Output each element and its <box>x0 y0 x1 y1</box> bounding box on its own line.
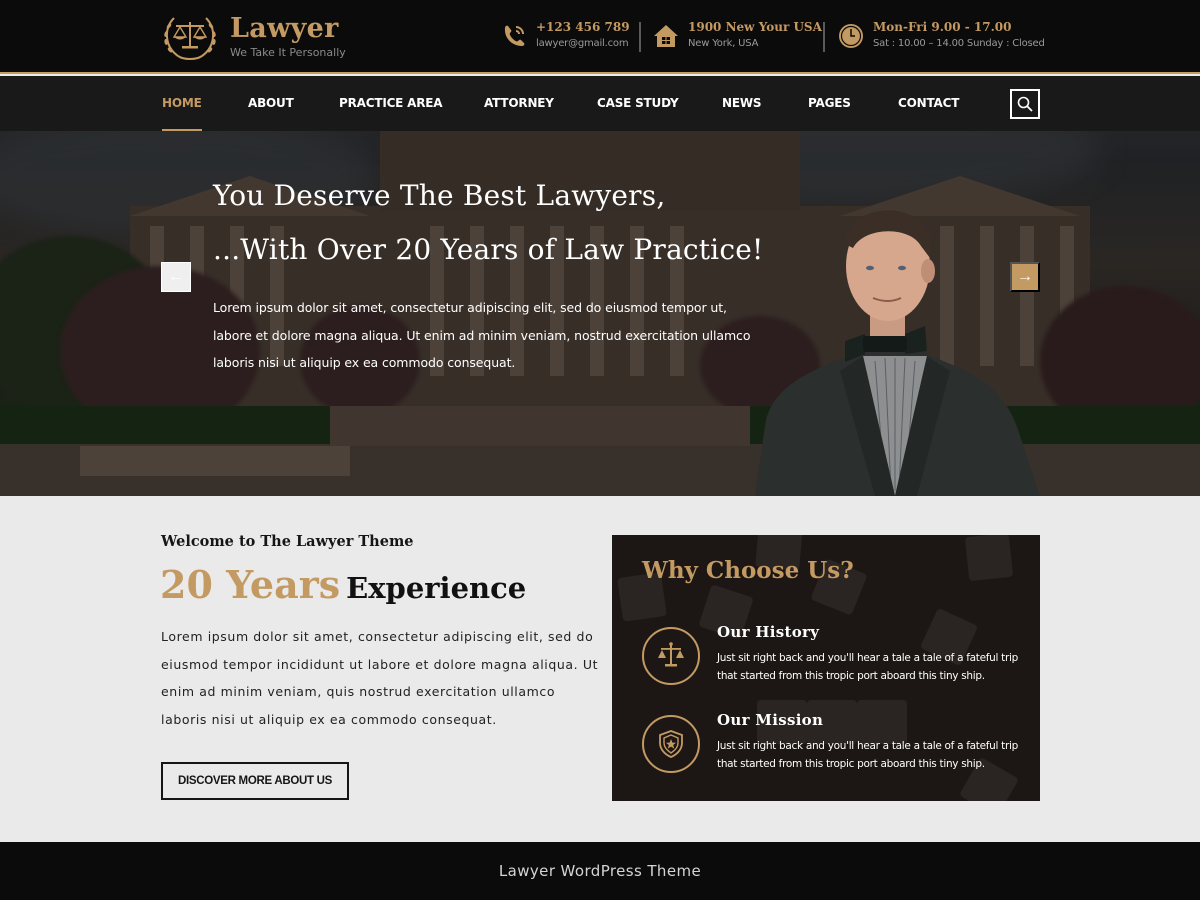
experience-word: Experience <box>346 571 527 605</box>
search-icon <box>1017 96 1033 112</box>
phone-number: +123 456 789 <box>536 20 630 34</box>
scales-laurel-icon <box>164 17 216 60</box>
phone-icon <box>504 25 525 46</box>
shield-icon-badge <box>642 715 700 773</box>
nav-item-about[interactable]: ABOUT <box>248 76 294 131</box>
hero-title-line-2: ...With Over 20 Years of Law Practice! <box>213 233 764 266</box>
header-divider <box>639 22 641 52</box>
search-button[interactable] <box>1010 89 1040 119</box>
scales-icon <box>658 642 684 667</box>
why-choose-us-title: Why Choose Us? <box>642 557 854 584</box>
weekend-hours: Sat : 10.00 – 14.00 Sunday : Closed <box>873 38 1045 49</box>
nav-item-pages[interactable]: PAGES <box>808 76 851 131</box>
nav-item-news[interactable]: NEWS <box>722 76 762 131</box>
nav-item-practice-area[interactable]: PRACTICE AREA <box>339 76 443 131</box>
top-header: Lawyer We Take It Personally +123 456 78… <box>0 0 1200 74</box>
discover-more-button[interactable]: DISCOVER MORE ABOUT US <box>161 762 349 800</box>
arrow-right-icon: → <box>1017 268 1033 285</box>
nav-item-attorney[interactable]: ATTORNEY <box>484 76 554 131</box>
hero-title-line-1: You Deserve The Best Lawyers, <box>213 179 666 212</box>
site-tagline: We Take It Personally <box>230 46 346 59</box>
email-address: lawyer@gmail.com <box>536 38 629 49</box>
address-city: New York, USA <box>688 38 759 49</box>
why-item-text: Just sit right back and you'll hear a ta… <box>717 740 1019 770</box>
slider-prev-button[interactable]: ← <box>161 262 191 292</box>
site-name: Lawyer <box>230 13 339 44</box>
home-icon <box>654 24 678 47</box>
nav-item-case-study[interactable]: CASE STUDY <box>597 76 679 131</box>
contact-hours: Mon-Fri 9.00 - 17.00 Sat : 10.00 – 14.00… <box>837 20 1045 51</box>
experience-heading: 20 Years Experience <box>160 562 526 607</box>
footer-credit: Lawyer WordPress Theme <box>498 862 702 880</box>
clock-icon <box>839 23 863 48</box>
site-footer: Lawyer WordPress Theme <box>0 842 1200 900</box>
welcome-subtitle: Welcome to The Lawyer Theme <box>161 533 414 550</box>
years-highlight: 20 Years <box>160 562 341 607</box>
contact-address[interactable]: 1900 New Your USA New York, USA <box>652 20 822 51</box>
hero-slider: You Deserve The Best Lawyers, ...With Ov… <box>0 76 1200 496</box>
nav-item-home[interactable]: HOME <box>162 76 202 131</box>
scales-icon-badge <box>642 627 700 685</box>
main-nav: HOME ABOUT PRACTICE AREA ATTORNEY CASE S… <box>0 76 1200 131</box>
header-divider <box>823 22 825 52</box>
address-line: 1900 New Your USA <box>688 20 822 34</box>
why-item-text: Just sit right back and you'll hear a ta… <box>717 652 1019 682</box>
weekday-hours: Mon-Fri 9.00 - 17.00 <box>873 20 1012 34</box>
why-choose-us-panel: Why Choose Us? Our History Just sit righ… <box>612 535 1040 801</box>
contact-phone[interactable]: +123 456 789 lawyer@gmail.com <box>500 20 630 51</box>
nav-item-contact[interactable]: CONTACT <box>898 76 959 131</box>
lawyer-portrait <box>755 210 1040 496</box>
site-logo[interactable]: Lawyer We Take It Personally <box>160 10 346 64</box>
about-section: Welcome to The Lawyer Theme 20 Years Expe… <box>0 496 1200 842</box>
about-description: Lorem ipsum dolor sit amet, consectetur … <box>161 629 599 727</box>
hero-description: Lorem ipsum dolor sit amet, consectetur … <box>213 300 751 370</box>
why-item-title: Our Mission <box>717 711 824 729</box>
shield-star-icon <box>659 730 683 758</box>
slider-next-button[interactable]: → <box>1010 262 1040 292</box>
why-item-title: Our History <box>717 623 820 641</box>
arrow-left-icon: ← <box>168 268 184 285</box>
